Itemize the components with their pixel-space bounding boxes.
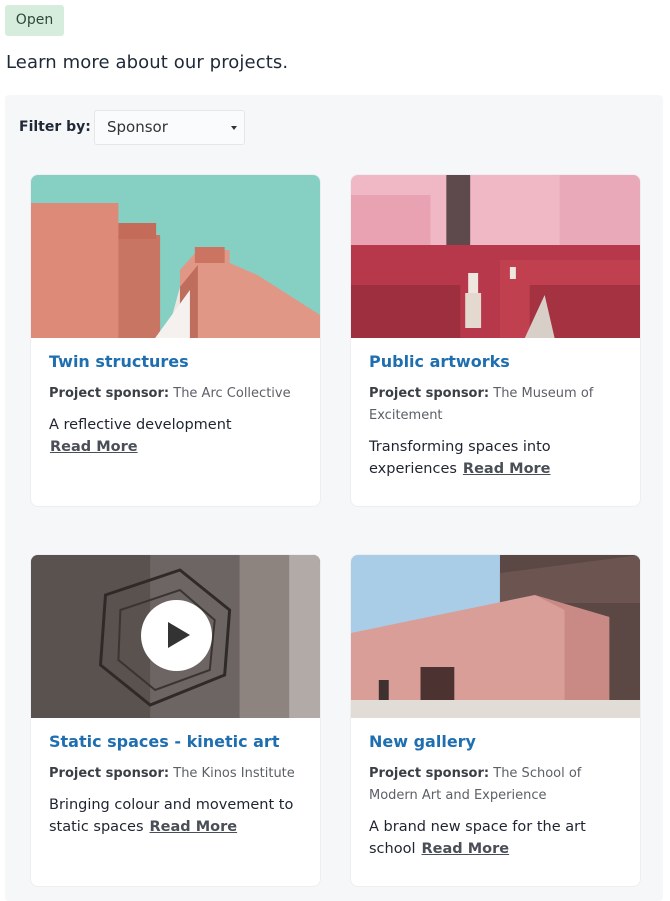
project-image xyxy=(31,175,320,338)
play-icon[interactable] xyxy=(141,600,212,671)
project-description: A reflective development Read More xyxy=(49,414,302,458)
project-sponsor: Project sponsor: The Kinos Institute xyxy=(49,763,302,785)
sponsor-name: The Kinos Institute xyxy=(173,766,295,781)
sponsor-label: Project sponsor: xyxy=(49,766,170,781)
project-sponsor: Project sponsor: The Arc Collective xyxy=(49,383,302,405)
sponsor-label: Project sponsor: xyxy=(369,766,490,781)
project-card: New gallery Project sponsor: The School … xyxy=(350,554,641,887)
project-sponsor: Project sponsor: The School of Modern Ar… xyxy=(369,763,622,807)
project-card: Static spaces - kinetic art Project spon… xyxy=(30,554,321,887)
status-badge: Open xyxy=(5,5,64,36)
project-description: Transforming spaces into experiences Read… xyxy=(369,436,622,480)
read-more-link[interactable]: Read More xyxy=(50,436,302,458)
project-title[interactable]: Twin structures xyxy=(49,352,302,371)
sponsor-label: Project sponsor: xyxy=(49,386,170,401)
project-image xyxy=(351,175,640,338)
sponsor-label: Project sponsor: xyxy=(369,386,490,401)
project-card: Public artworks Project sponsor: The Mus… xyxy=(350,174,641,507)
project-image xyxy=(351,555,640,718)
filter-select-value: Sponsor xyxy=(107,118,168,136)
project-title[interactable]: New gallery xyxy=(369,732,622,751)
read-more-link[interactable]: Read More xyxy=(150,819,238,835)
filter-label: Filter by: xyxy=(19,119,91,135)
filter-select[interactable]: Sponsor xyxy=(94,110,245,145)
sponsor-name: The Arc Collective xyxy=(173,386,291,401)
intro-text: Learn more about our projects. xyxy=(6,52,289,73)
project-title[interactable]: Public artworks xyxy=(369,352,622,371)
project-sponsor: Project sponsor: The Museum of Excitemen… xyxy=(369,383,622,427)
chevron-down-icon xyxy=(231,126,237,130)
read-more-link[interactable]: Read More xyxy=(463,461,551,477)
project-description: Bringing colour and movement to static s… xyxy=(49,794,302,838)
description-text: A reflective development xyxy=(49,417,232,433)
read-more-link[interactable]: Read More xyxy=(422,841,510,857)
project-card: Twin structures Project sponsor: The Arc… xyxy=(30,174,321,507)
project-title[interactable]: Static spaces - kinetic art xyxy=(49,732,302,751)
project-description: A brand new space for the art school Read… xyxy=(369,816,622,860)
projects-panel: Filter by: Sponsor Twin structures Proje… xyxy=(5,95,663,901)
project-image xyxy=(31,555,320,718)
